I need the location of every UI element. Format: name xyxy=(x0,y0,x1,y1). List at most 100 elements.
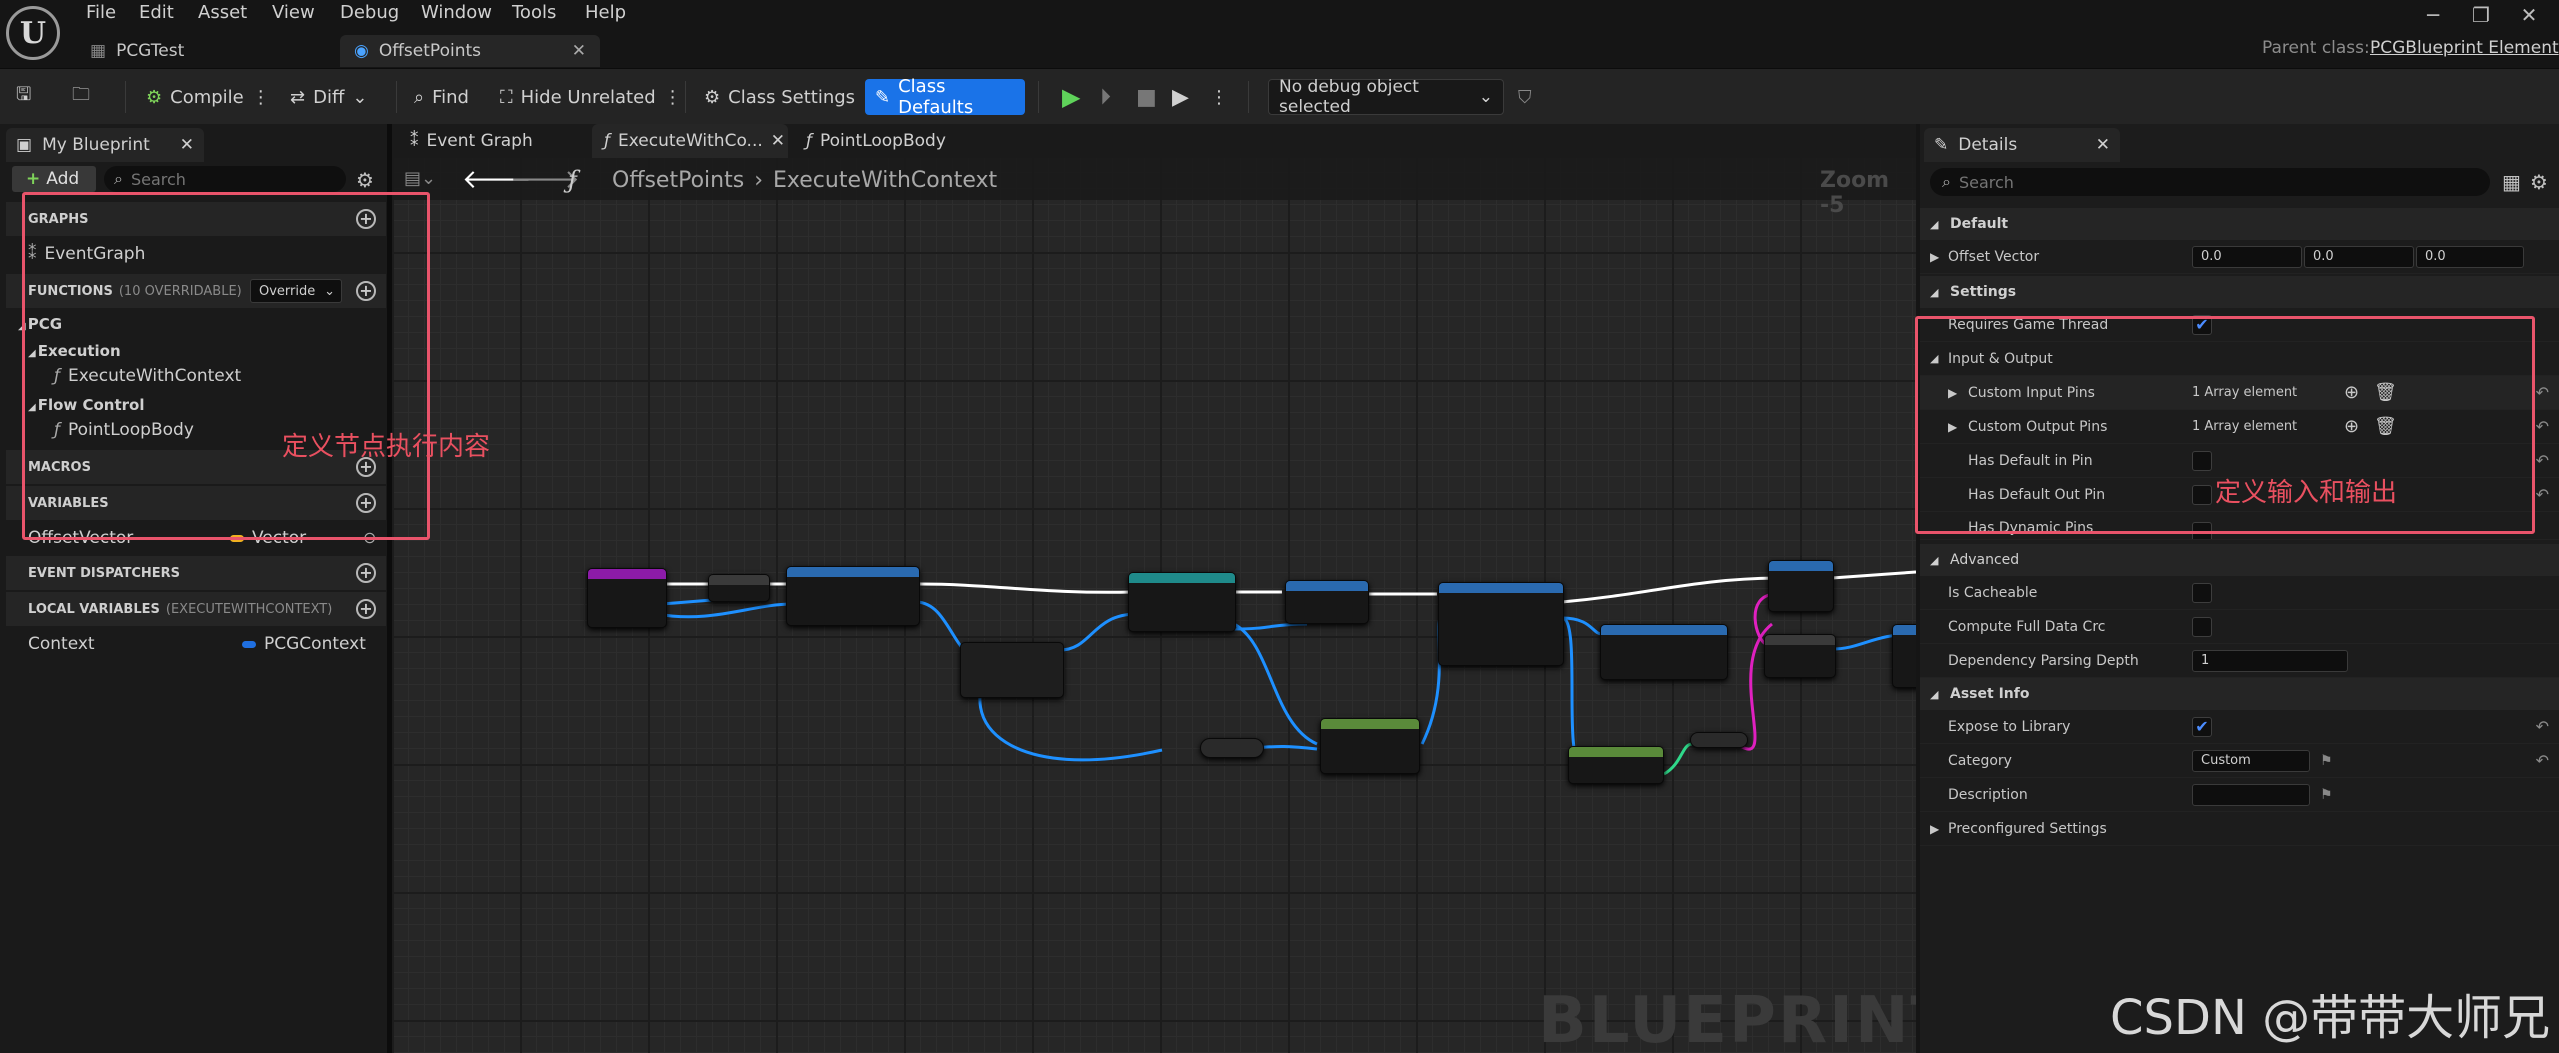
close-icon[interactable]: ✕ xyxy=(2096,135,2110,155)
is-cacheable-checkbox[interactable] xyxy=(2192,582,2212,603)
save-icon[interactable]: 🖫 xyxy=(16,79,31,115)
row-dependency-depth: Dependency Parsing Depth 1 xyxy=(1920,644,2559,678)
offset-z-field[interactable]: 0.0 xyxy=(2416,245,2524,268)
table-view-icon[interactable]: ▦ xyxy=(2502,170,2521,194)
reset-icon[interactable]: ↶ xyxy=(2536,417,2549,436)
divider xyxy=(125,81,126,113)
blueprint-graph[interactable]: ⁑ Event Graph ƒ ExecuteWithCo... ✕ ƒ PointLo… xyxy=(392,124,1916,1053)
section-settings[interactable]: ◢ Settings xyxy=(1920,276,2559,308)
compute-crc-checkbox[interactable] xyxy=(2192,616,2212,637)
debug-object-label: No debug object selected xyxy=(1279,77,1419,117)
menu-edit[interactable]: Edit xyxy=(139,2,174,28)
section-asset-info[interactable]: ◢ Asset Info xyxy=(1920,678,2559,710)
section-advanced[interactable]: ◢ Advanced xyxy=(1920,544,2559,576)
node-context-getter[interactable] xyxy=(1200,738,1264,758)
node-get-main-tensor[interactable] xyxy=(1568,746,1664,784)
offset-x-field[interactable]: 0.0 xyxy=(2192,245,2302,268)
search-input[interactable] xyxy=(130,169,311,189)
flag-icon[interactable]: ⚑ xyxy=(2320,753,2333,769)
restore-icon[interactable]: ❐ xyxy=(2458,0,2504,30)
local-variable-context[interactable]: Context xyxy=(28,634,95,654)
menu-window[interactable]: Window xyxy=(421,2,492,28)
node-make-pcg-tagged-data[interactable] xyxy=(1600,624,1728,680)
exec-wire xyxy=(1561,576,1778,604)
node-get[interactable] xyxy=(960,642,1064,698)
chevron-down-icon: ◢ xyxy=(1930,553,1939,567)
gear-icon[interactable]: ⚙ xyxy=(356,168,374,192)
close-icon[interactable]: ✕ xyxy=(180,135,194,155)
doc-tab-pcgtest[interactable]: ▦ PCGTest xyxy=(90,35,330,67)
node-make-array[interactable] xyxy=(1764,634,1836,678)
minimize-icon[interactable]: ─ xyxy=(2410,0,2456,30)
details-search-field[interactable]: ⌕ xyxy=(1930,168,2490,196)
offset-y-field[interactable]: 0.0 xyxy=(2304,245,2414,268)
flag-icon[interactable]: ⚑ xyxy=(2320,787,2333,803)
add-local-variable-icon[interactable]: + xyxy=(356,599,376,619)
parent-class-link[interactable]: PCGBlueprint Element xyxy=(2370,38,2559,58)
hide-unrelated-button[interactable]: ⛶ Hide Unrelated ⋮ xyxy=(500,79,682,115)
menu-debug[interactable]: Debug xyxy=(340,2,399,28)
simulate-icon[interactable]: ▶ xyxy=(1172,79,1189,115)
node-to-point-data-with-context[interactable] xyxy=(1320,718,1420,774)
reset-icon[interactable]: ↶ xyxy=(2536,485,2549,504)
gear-icon[interactable]: ⚙ xyxy=(2530,170,2548,194)
close-window-icon[interactable]: ✕ xyxy=(2506,0,2552,30)
blueprint-icon: ◉ xyxy=(354,41,369,61)
node-cast-to-pcg-point-data[interactable] xyxy=(1128,572,1236,632)
browse-icon[interactable]: 🗀 xyxy=(72,79,90,115)
diff-button[interactable]: ⇄ Diff ⌄ xyxy=(290,79,367,115)
more-icon[interactable]: ⋮ xyxy=(252,87,270,108)
details-search-input[interactable] xyxy=(1958,172,2439,192)
stop-icon[interactable]: ■ xyxy=(1136,79,1157,115)
description-field[interactable] xyxy=(2192,783,2310,806)
local-variable-type[interactable]: PCGContext xyxy=(242,634,366,654)
event-dispatchers-section[interactable]: EVENT DISPATCHERS + xyxy=(6,556,386,590)
add-label: Add xyxy=(46,169,80,189)
node-offscreen[interactable] xyxy=(1892,624,1916,688)
unreal-logo-icon[interactable]: U xyxy=(6,6,60,60)
menu-asset[interactable]: Asset xyxy=(198,2,247,28)
step-icon[interactable]: ⏵ xyxy=(1100,79,1111,115)
reset-icon[interactable]: ↶ xyxy=(2536,717,2549,736)
reset-icon[interactable]: ↶ xyxy=(2536,383,2549,402)
menu-file[interactable]: File xyxy=(86,2,116,28)
node-execute-with-context[interactable] xyxy=(587,568,667,628)
more-icon[interactable]: ⋮ xyxy=(1210,79,1228,115)
reset-icon[interactable]: ↶ xyxy=(2536,751,2549,770)
class-settings-button[interactable]: ⚙ Class Settings xyxy=(704,79,855,115)
node-point-loop[interactable] xyxy=(1438,582,1564,666)
menu-view[interactable]: View xyxy=(272,2,315,28)
chevron-right-icon[interactable]: ▶ xyxy=(1930,250,1939,264)
section-label: Asset Info xyxy=(1950,686,2030,702)
node-print-string[interactable] xyxy=(1285,580,1369,624)
doc-tab-offsetpoints[interactable]: ◉ OffsetPoints ✕ xyxy=(340,35,600,67)
local-variables-section[interactable]: LOCAL VARIABLES (EXECUTEWITHCONTEXT) + xyxy=(6,592,386,626)
node-get-inputs-by-pin-label[interactable] xyxy=(786,566,920,626)
node-set[interactable] xyxy=(708,574,770,602)
class-settings-label: Class Settings xyxy=(728,86,856,108)
reset-icon[interactable]: ↶ xyxy=(2536,451,2549,470)
add-button[interactable]: + Add xyxy=(12,166,96,192)
class-defaults-button[interactable]: ✎ Class Defaults xyxy=(865,76,1025,118)
menu-help[interactable]: Help xyxy=(585,2,626,28)
debug-filter-icon[interactable]: ⛉ xyxy=(1518,79,1532,115)
menu-tools[interactable]: Tools xyxy=(512,2,556,28)
row-preconfigured-settings[interactable]: ▶ Preconfigured Settings xyxy=(1920,812,2559,846)
category-field[interactable]: Custom xyxy=(2192,749,2310,772)
node-reroute[interactable] xyxy=(1690,732,1748,748)
node-print-string-2[interactable] xyxy=(1768,560,1834,612)
category-label: Category xyxy=(1948,752,2012,769)
more-icon[interactable]: ⋮ xyxy=(664,87,682,108)
find-button[interactable]: ⌕ Find xyxy=(414,79,469,115)
play-icon[interactable]: ▶ xyxy=(1062,79,1080,115)
search-field[interactable]: ⌕ xyxy=(104,166,346,192)
details-tab[interactable]: ✎ Details ✕ xyxy=(1924,128,2120,162)
debug-object-dropdown[interactable]: No debug object selected ⌄ xyxy=(1268,77,1504,117)
dependency-depth-field[interactable]: 1 xyxy=(2192,649,2348,672)
section-default[interactable]: ◢ Default xyxy=(1920,208,2559,240)
expose-library-checkbox[interactable]: ✔ xyxy=(2192,716,2212,737)
my-blueprint-tab[interactable]: ▣ My Blueprint ✕ xyxy=(6,128,204,162)
close-icon[interactable]: ✕ xyxy=(572,41,586,61)
add-dispatcher-icon[interactable]: + xyxy=(356,563,376,583)
compile-button[interactable]: ⚙ Compile ⋮ xyxy=(146,79,270,115)
